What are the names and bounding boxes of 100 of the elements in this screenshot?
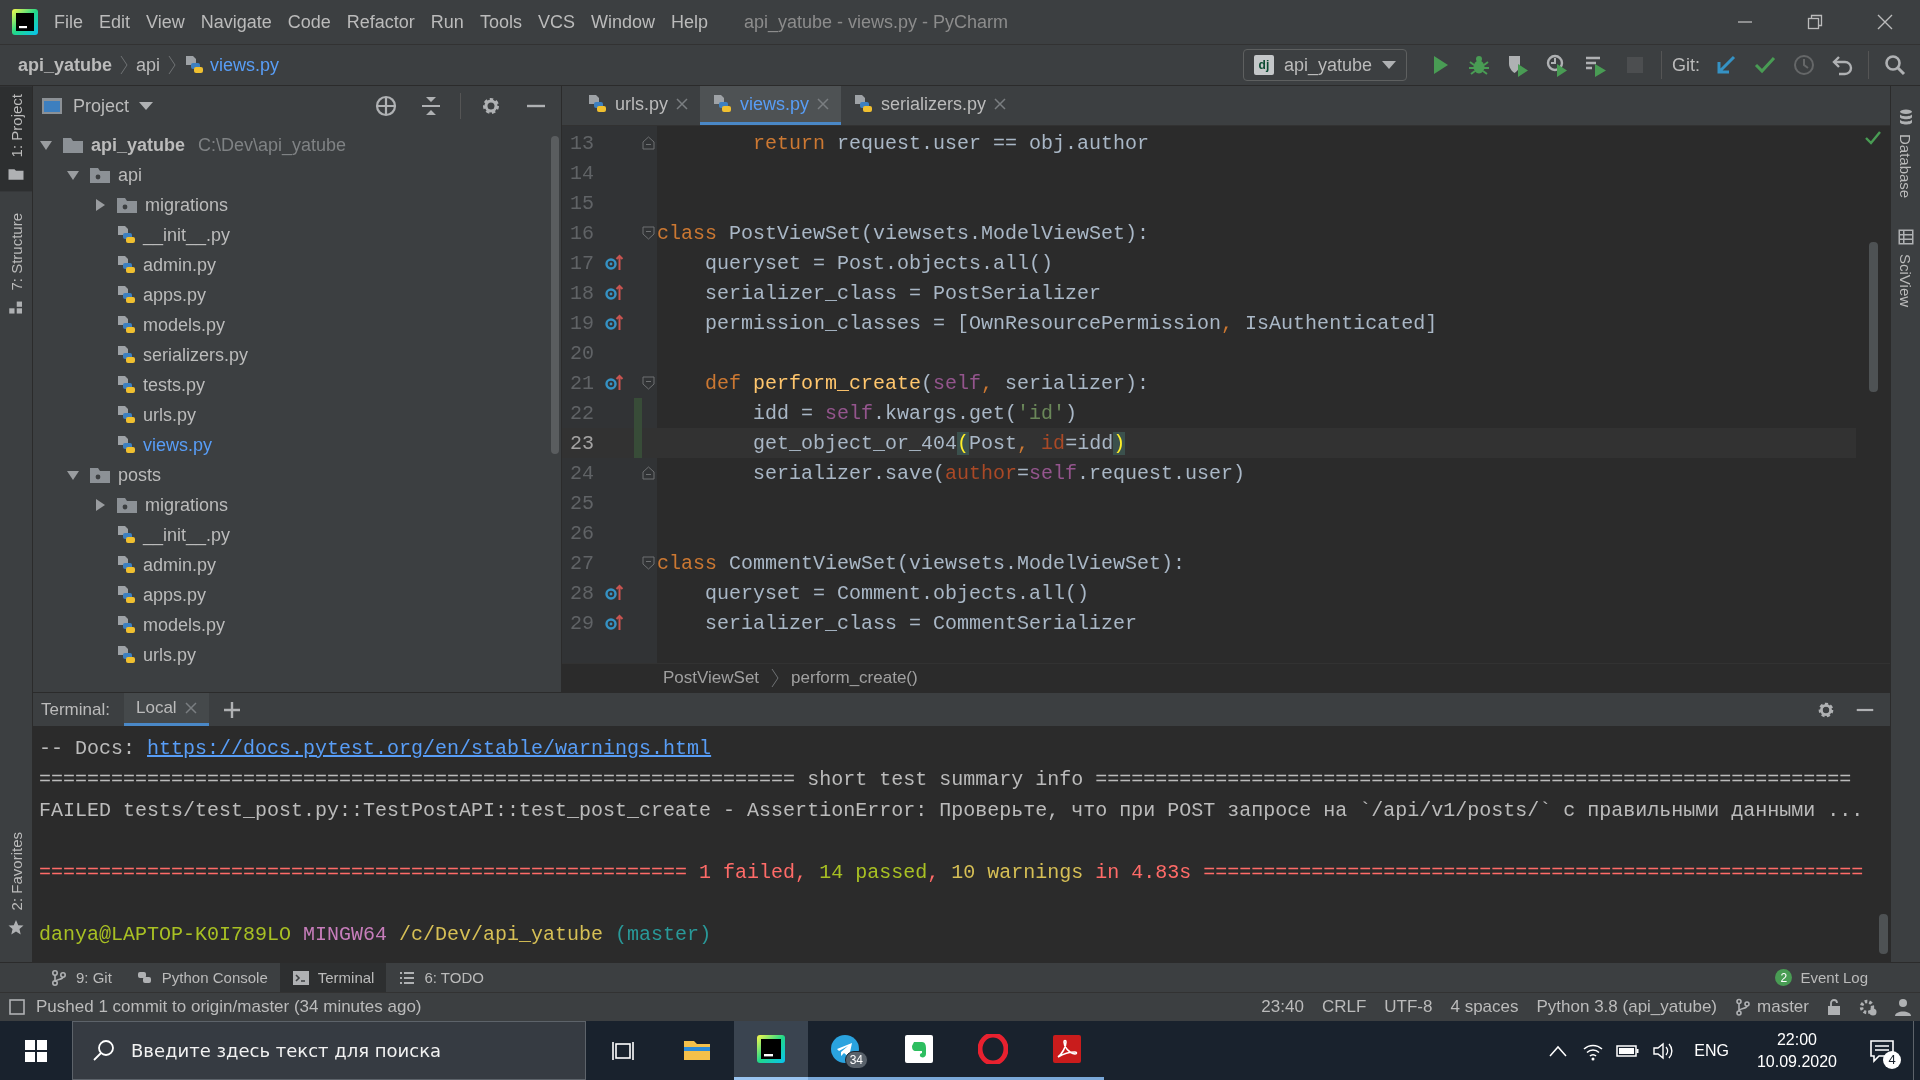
tool-window-button[interactable]: 6: TODO [386,963,496,992]
override-marker-icon[interactable] [604,583,624,603]
tree-item[interactable]: admin.py [33,550,551,580]
menu-item[interactable]: Navigate [192,11,280,33]
tool-window-tab[interactable]: 7: Structure [0,205,32,325]
tree-item[interactable]: api_yatube C:\Dev\api_yatube [33,130,551,160]
battery-icon[interactable] [1615,1042,1640,1059]
bug-icon[interactable] [1467,53,1492,77]
undo-icon[interactable] [1830,53,1855,77]
tree-item[interactable]: api [33,160,551,190]
tree-item[interactable]: posts [33,460,551,490]
message-icon[interactable] [1869,1038,1895,1063]
search-icon[interactable] [1882,53,1907,77]
speaker-icon[interactable] [1651,1040,1674,1061]
plus-icon[interactable] [222,700,241,719]
editor-tab[interactable]: views.py [700,86,842,125]
run-config-dropdown[interactable]: dj api_yatube [1242,49,1407,81]
tree-item[interactable]: __init__.py [33,220,551,250]
close-icon[interactable] [676,98,688,110]
gear-icon[interactable] [1858,997,1878,1017]
terminal-tab[interactable]: Local [123,693,209,726]
override-marker-icon[interactable] [604,613,624,633]
menu-item[interactable]: File [46,11,91,33]
menu-item[interactable]: Help [662,11,716,33]
scrollbar-thumb[interactable] [1868,242,1878,392]
fold-icon[interactable] [642,556,655,570]
menu-item[interactable]: View [138,11,193,33]
clock-date[interactable]: 10.09.2020 [1756,1050,1837,1073]
tree-item[interactable]: admin.py [33,250,551,280]
tree-item[interactable]: migrations [33,190,551,220]
tree-item[interactable]: urls.py [33,640,551,670]
scrollbar-thumb[interactable] [1878,914,1888,954]
override-marker-icon[interactable] [604,373,624,393]
status-widget[interactable]: CRLF [1312,997,1376,1017]
editor-tab[interactable]: serializers.py [841,86,1019,125]
status-widget[interactable]: 23:40 [1252,997,1313,1017]
change-marker[interactable] [634,428,642,458]
shield-play-icon[interactable] [1506,53,1531,77]
tool-window-button[interactable]: Terminal [279,963,387,992]
fold-icon[interactable] [642,226,655,240]
expanded-arrow-icon[interactable] [39,138,53,152]
menu-item[interactable]: Refactor [338,11,423,33]
menu-item[interactable]: Code [279,11,339,33]
override-marker-icon[interactable] [604,283,624,303]
status-widget[interactable]: UTF-8 [1375,997,1442,1017]
fold-icon[interactable] [642,376,655,390]
scrollbar-thumb[interactable] [551,136,559,454]
chevron-up-icon[interactable] [1548,1044,1567,1057]
collapsed-arrow-icon[interactable] [93,198,107,212]
start-icon[interactable] [25,1039,47,1062]
menu-item[interactable]: VCS [529,11,583,33]
tool-window-button[interactable]: Python Console [123,963,280,992]
breadcrumb[interactable]: api [136,54,161,76]
tree-item[interactable]: apps.py [33,280,551,310]
expanded-arrow-icon[interactable] [66,468,80,482]
close-icon[interactable] [184,702,197,714]
change-marker[interactable] [634,398,642,428]
taskbar-app[interactable]: 34 [808,1021,882,1080]
link[interactable]: https://docs.pytest.org/en/stable/warnings.html [147,737,712,760]
crosshair-icon[interactable] [373,94,398,118]
tool-window-tab[interactable]: Database [1891,100,1920,207]
breadcrumb[interactable]: PostViewSet [663,668,760,688]
expanded-arrow-icon[interactable] [66,168,80,182]
tree-item[interactable]: views.py [33,430,551,460]
view-dropdown[interactable]: Project [73,95,154,117]
event-log-button[interactable]: 2 Event Log [1763,963,1880,992]
tool-window-tab[interactable]: SciView [1891,220,1920,316]
tree-item[interactable]: urls.py [33,400,551,430]
menu-item[interactable]: Run [422,11,472,33]
tree-item[interactable]: models.py [33,310,551,340]
check-icon[interactable] [1865,130,1881,146]
menu-item[interactable]: Edit [91,11,139,33]
status-widget[interactable]: 4 spaces [1441,997,1528,1017]
clock-play-icon[interactable] [1545,53,1570,77]
branch-widget[interactable]: master [1726,997,1818,1017]
language-indicator[interactable]: ENG [1680,1041,1743,1060]
breadcrumb[interactable]: perform_create() [791,668,918,688]
status-widget[interactable]: Python 3.8 (api_yatube) [1527,997,1727,1017]
tree-item[interactable]: migrations [33,490,551,520]
fold-end-icon[interactable] [642,466,655,480]
person-icon[interactable] [1894,997,1912,1017]
tool-window-tab[interactable]: 1: Project [0,86,32,192]
override-marker-icon[interactable] [604,313,624,333]
tree-item[interactable]: apps.py [33,580,551,610]
tree-item[interactable]: __init__.py [33,520,551,550]
editor-tab[interactable]: urls.py [575,86,700,125]
tree-item[interactable]: models.py [33,610,551,640]
menu-item[interactable]: Tools [471,11,530,33]
tree-item[interactable]: tests.py [33,370,551,400]
tool-window-button[interactable]: 9: Git [38,963,124,992]
lock-icon[interactable] [1826,998,1842,1016]
tree-item[interactable]: serializers.py [33,340,551,370]
tool-window-tab[interactable]: 2: Favorites [0,823,32,944]
breadcrumb[interactable]: views.py [184,54,280,76]
taskbar-app[interactable] [734,1021,808,1080]
search-field[interactable]: Введите здесь текст для поиска [72,1021,586,1080]
menu-item[interactable]: Window [582,11,663,33]
collapsed-arrow-icon[interactable] [93,498,107,512]
panel-toggle-icon[interactable] [8,998,26,1016]
clock-time[interactable]: 22:00 [1776,1028,1817,1051]
